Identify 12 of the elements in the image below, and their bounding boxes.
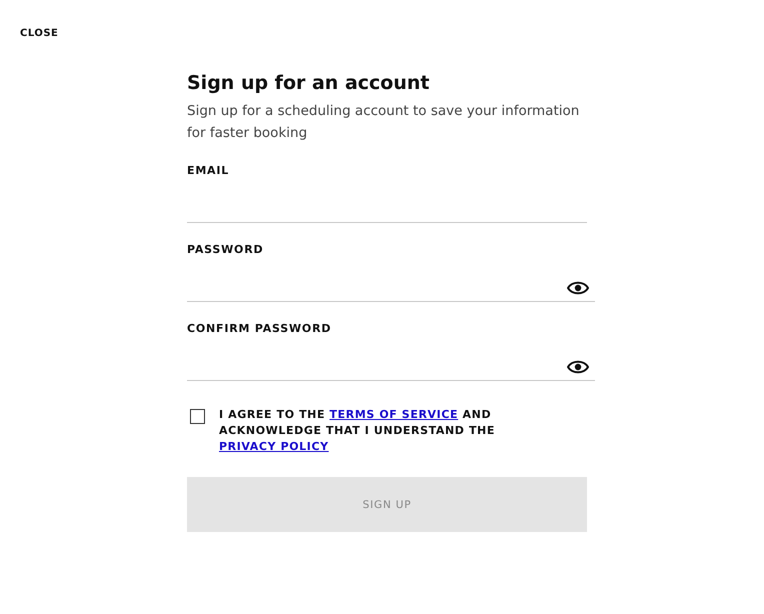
eye-icon[interactable] (567, 280, 589, 296)
agree-checkbox[interactable] (190, 409, 205, 424)
form-title: Sign up for an account (187, 71, 430, 96)
field-label: EMAIL (187, 164, 230, 178)
close-link[interactable]: CLOSE (20, 28, 58, 39)
agreement-link[interactable]: TERMS OF SERVICE (330, 408, 458, 421)
agreement-text: I AGREE TO THE TERMS OF SERVICE AND ACKNOWLEDGE THAT I UNDERSTAND THE PRIVACY POLICY (219, 407, 496, 455)
eye-icon[interactable] (567, 359, 589, 375)
field-label: PASSWORD (187, 243, 264, 257)
form-subtitle: Sign up for a scheduling account to save your information for faster booking (187, 102, 580, 143)
field-label: CONFIRM PASSWORD (187, 322, 332, 336)
agreement-link[interactable]: PRIVACY POLICY (219, 440, 329, 453)
